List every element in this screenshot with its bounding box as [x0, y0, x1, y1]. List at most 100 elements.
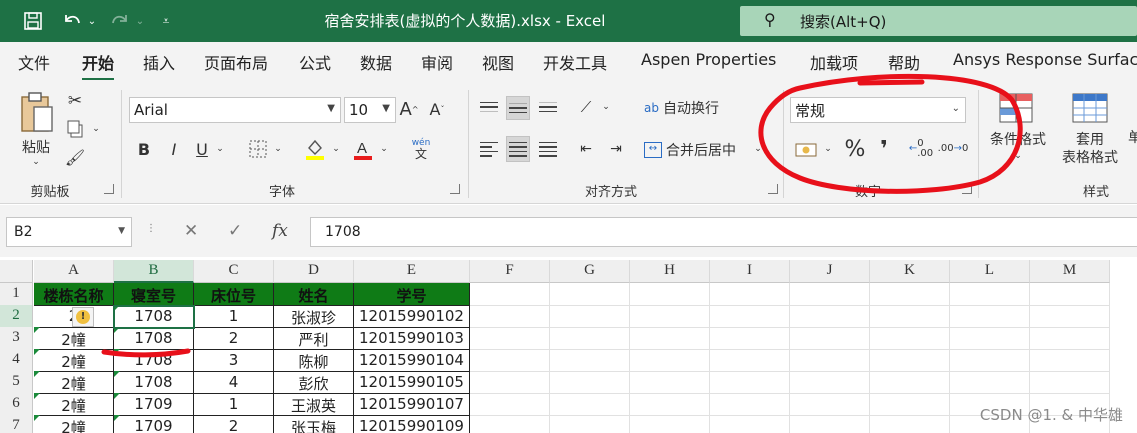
table-cell[interactable] — [550, 349, 630, 372]
table-cell[interactable] — [870, 371, 950, 394]
tab-ansys-response-surface[interactable]: Ansys Response Surfac — [953, 50, 1137, 69]
wrap-text-button[interactable]: ab 自动换行 — [644, 96, 734, 120]
table-cell[interactable]: 1709 — [114, 393, 194, 416]
table-cell[interactable] — [630, 305, 710, 328]
increase-indent-icon[interactable]: ⇥ — [604, 138, 628, 160]
table-cell[interactable] — [790, 393, 870, 416]
currency-format-icon[interactable] — [794, 138, 818, 162]
table-cell[interactable] — [470, 349, 550, 372]
align-left-icon[interactable] — [478, 138, 500, 160]
table-cell[interactable] — [790, 349, 870, 372]
column-header-c[interactable]: C — [194, 260, 274, 283]
tab-developer[interactable]: 开发工具 — [543, 50, 607, 74]
table-cell[interactable] — [710, 327, 790, 350]
select-all-corner[interactable] — [0, 260, 33, 283]
table-cell[interactable] — [870, 415, 950, 433]
more-options-icon[interactable]: ⋮ — [146, 223, 156, 234]
paste-button[interactable]: 粘贴 — [14, 138, 58, 156]
table-cell[interactable]: 12015990102 — [354, 305, 470, 328]
conditional-format-dropdown-icon[interactable]: ⌄ — [1012, 150, 1024, 162]
table-header-cell[interactable]: 床位号 — [194, 283, 274, 306]
underline-button[interactable]: U — [192, 138, 212, 160]
tab-help[interactable]: 帮助 — [888, 50, 920, 74]
orientation-dropdown-icon[interactable]: ⌄ — [600, 100, 612, 114]
table-cell[interactable] — [790, 305, 870, 328]
align-center-icon[interactable] — [506, 136, 530, 162]
table-cell[interactable] — [950, 327, 1030, 350]
table-cell[interactable]: 彭欣 — [274, 371, 354, 394]
column-header-b[interactable]: B — [114, 260, 194, 283]
tab-view[interactable]: 视图 — [482, 50, 514, 74]
borders-dropdown-icon[interactable]: ⌄ — [272, 142, 284, 156]
table-header-cell[interactable] — [630, 283, 710, 306]
row-header-3[interactable]: 3 — [0, 327, 33, 350]
table-cell[interactable]: 1 — [194, 393, 274, 416]
align-top-icon[interactable] — [478, 96, 500, 118]
table-cell[interactable]: 1708 — [114, 349, 194, 372]
table-cell[interactable] — [710, 349, 790, 372]
table-cell[interactable] — [710, 371, 790, 394]
percent-style-button[interactable]: % — [842, 136, 868, 162]
table-cell[interactable] — [870, 349, 950, 372]
align-bottom-icon[interactable] — [537, 96, 559, 118]
cut-icon[interactable]: ✂ — [64, 90, 86, 112]
font-color-dropdown-icon[interactable]: ⌄ — [378, 142, 390, 156]
tab-home[interactable]: 开始 — [82, 50, 115, 81]
copy-dropdown-icon[interactable]: ⌄ — [90, 122, 102, 136]
table-cell[interactable]: 2 — [194, 415, 274, 433]
table-cell[interactable]: 4 — [194, 371, 274, 394]
table-header-cell[interactable]: 姓名 — [274, 283, 354, 306]
table-cell[interactable] — [870, 305, 950, 328]
table-cell[interactable] — [550, 305, 630, 328]
table-cell[interactable]: 2幢 — [34, 371, 114, 394]
table-cell[interactable] — [550, 371, 630, 394]
tab-review[interactable]: 审阅 — [421, 50, 453, 74]
table-cell[interactable] — [710, 393, 790, 416]
format-as-table-line1[interactable]: 套用 — [1070, 130, 1110, 148]
fill-color-dropdown-icon[interactable]: ⌄ — [330, 142, 342, 156]
table-header-cell[interactable]: 学号 — [354, 283, 470, 306]
tab-data[interactable]: 数据 — [360, 50, 392, 74]
column-header-k[interactable]: K — [870, 260, 950, 283]
table-cell[interactable] — [550, 415, 630, 433]
name-box[interactable]: B2 ▼ — [6, 217, 132, 247]
column-header-d[interactable]: D — [274, 260, 354, 283]
paste-dropdown-icon[interactable]: ⌄ — [30, 156, 42, 168]
column-header-a[interactable]: A — [34, 260, 114, 283]
table-cell[interactable]: 陈柳 — [274, 349, 354, 372]
table-cell[interactable] — [630, 371, 710, 394]
row-header-2[interactable]: 2 — [0, 305, 33, 328]
number-launcher-icon[interactable] — [962, 184, 972, 194]
table-cell[interactable] — [950, 371, 1030, 394]
tab-add-ins[interactable]: 加载项 — [810, 50, 858, 74]
column-header-e[interactable]: E — [354, 260, 470, 283]
merge-center-dropdown-icon[interactable]: ⌄ — [752, 142, 764, 156]
table-header-cell[interactable]: 楼栋名称 — [34, 283, 114, 306]
table-cell[interactable]: 王淑英 — [274, 393, 354, 416]
tab-insert[interactable]: 插入 — [143, 50, 175, 74]
table-cell[interactable] — [630, 349, 710, 372]
error-warning-icon[interactable]: ! — [72, 307, 94, 327]
formula-input[interactable]: 1708 — [310, 217, 1137, 247]
table-cell[interactable]: 3 — [194, 349, 274, 372]
borders-icon[interactable] — [246, 138, 270, 160]
increase-font-icon[interactable]: A ^ — [398, 96, 420, 122]
table-cell[interactable] — [470, 305, 550, 328]
phonetic-guide-icon[interactable]: wén 文 — [408, 136, 434, 162]
table-cell[interactable] — [470, 415, 550, 433]
table-cell[interactable] — [550, 393, 630, 416]
number-format-select[interactable]: 常规 ⌄ — [790, 97, 966, 123]
table-cell[interactable]: 2 — [194, 327, 274, 350]
worksheet-grid[interactable]: ABCDEFGHIJKLM 1234567 楼栋名称寝室号床位号姓名学号2170… — [0, 260, 1137, 433]
table-cell[interactable] — [630, 327, 710, 350]
table-cell[interactable] — [470, 393, 550, 416]
tab-page-layout[interactable]: 页面布局 — [204, 50, 268, 74]
decrease-decimal-icon[interactable]: .00 → 0 — [938, 136, 969, 162]
increase-decimal-icon[interactable]: ← 0.00 — [908, 136, 934, 162]
table-cell[interactable]: 1708 — [114, 371, 194, 394]
font-launcher-icon[interactable] — [450, 184, 460, 194]
copy-icon[interactable] — [64, 118, 86, 140]
table-cell[interactable]: 严利 — [274, 327, 354, 350]
table-cell[interactable] — [1030, 305, 1110, 328]
table-cell[interactable] — [630, 393, 710, 416]
